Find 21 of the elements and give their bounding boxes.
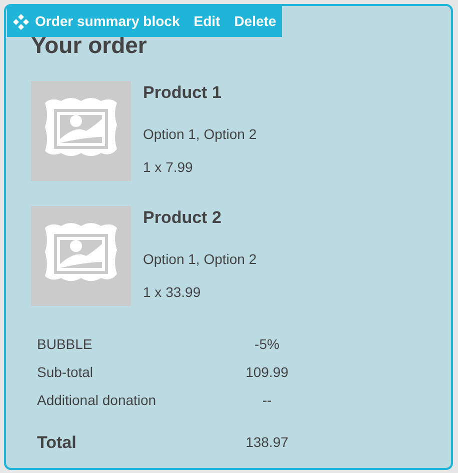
toolbar-link[interactable]: Delete — [234, 11, 276, 32]
product-quantity-price: 1 x 7.99 — [143, 158, 194, 177]
summary-value: 109.99 — [246, 364, 288, 380]
summary-label: Sub-total — [37, 364, 94, 380]
product-name: Product 2 — [143, 208, 222, 228]
image-placeholder-icon — [31, 80, 131, 181]
move-icon[interactable] — [13, 14, 29, 30]
product-name: Product 1 — [143, 82, 222, 103]
image-placeholder-icon — [31, 206, 131, 306]
summary-value: -5% — [254, 336, 280, 352]
summary-value: -- — [262, 392, 272, 408]
summary-label: BUBBLE — [37, 336, 92, 352]
block-label: Order summary block — [35, 12, 180, 31]
order-title: Your order — [31, 32, 148, 60]
total-value: 138.97 — [246, 434, 288, 450]
product-options: Option 1, Option 2 — [143, 124, 257, 145]
product-quantity-price: 1 x 33.99 — [143, 282, 202, 302]
total-label: Total — [37, 432, 76, 452]
toolbar-link[interactable]: Edit — [194, 11, 220, 32]
summary-label: Additional donation — [37, 392, 156, 408]
product-options: Option 1, Option 2 — [143, 248, 257, 270]
